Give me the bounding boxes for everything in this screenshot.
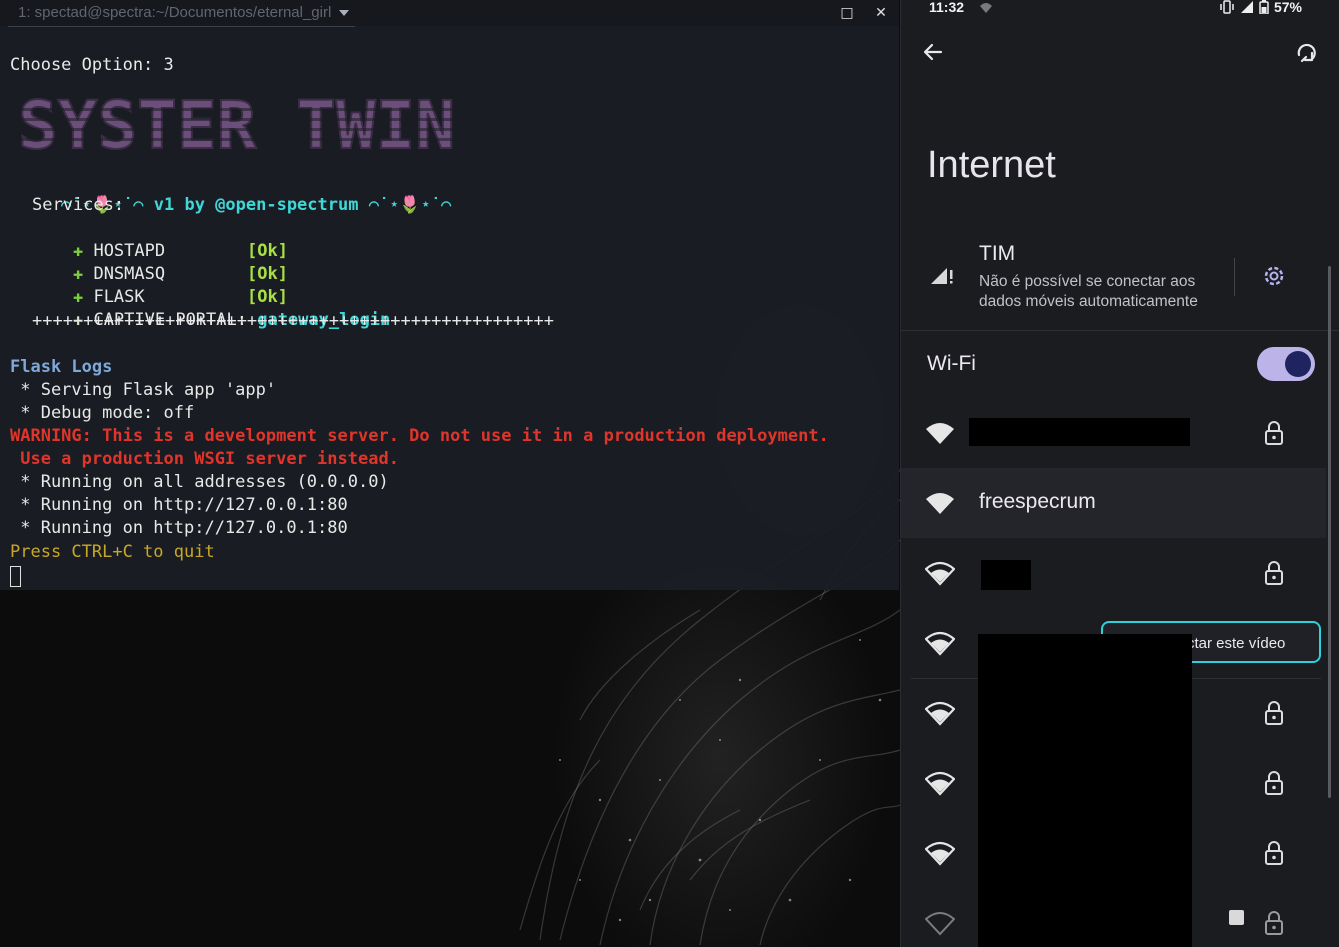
cast-video-label: ctar este vídeo — [1187, 635, 1286, 652]
log-line: * Debug mode: off — [10, 403, 195, 423]
service-row: ✚ CAPTIVE PORTAL: gateway_login — [32, 286, 390, 330]
battery-percent: 57% — [1273, 0, 1302, 15]
log-line: * Running on http://127.0.0.1:80 — [10, 518, 348, 538]
warning-line: Use a production WSGI server instead. — [10, 449, 399, 469]
section-divider — [901, 330, 1339, 331]
gear-icon[interactable] — [1261, 263, 1287, 289]
network-row[interactable] — [901, 398, 1326, 468]
lock-icon — [1265, 911, 1283, 935]
banner-right-decor: ⌒˙⋆🌷⋆˙⌒ — [358, 195, 452, 215]
syster-twin-logo: SYSTER TWIN — [10, 86, 480, 156]
vibrate-icon — [1220, 0, 1234, 14]
wifi-status-icon — [980, 3, 992, 13]
wifi-weak-icon — [925, 912, 955, 936]
refresh-icon[interactable] — [1293, 40, 1319, 66]
wifi-full-icon — [926, 493, 954, 514]
wifi-icon — [925, 771, 955, 796]
status-clock: 11:32 — [929, 0, 965, 15]
terminal-tab-title: 1: spectad@spectra:~/Documentos/eternal_… — [18, 4, 332, 21]
separator-line: ++++++++++++++++++++++++++++++++++++++++… — [32, 311, 554, 331]
back-arrow-icon[interactable] — [921, 40, 945, 64]
carrier-status: Não é possível se conectar aos dados móv… — [979, 273, 1198, 310]
wifi-icon — [925, 841, 955, 866]
service-row: ✚ HOSTAPD [Ok] — [32, 217, 288, 261]
lock-icon — [1265, 841, 1283, 865]
mobile-data-row[interactable]: TIM Não é possível se conectar aos dados… — [901, 232, 1339, 330]
maximize-button[interactable]: □ — [838, 4, 856, 22]
service-row: ✚ DNSMASQ [Ok] — [32, 240, 288, 284]
lock-icon — [1265, 421, 1283, 445]
network-row-connected[interactable]: freespecrum — [901, 468, 1326, 538]
phone-screen[interactable]: 11:32 57% Internet TIM Não é possível se… — [900, 0, 1339, 947]
signal-warning-icon — [931, 268, 953, 284]
log-line: * Running on all addresses (0.0.0.0) — [10, 472, 389, 492]
redacted-block — [978, 634, 1192, 947]
close-button[interactable]: ✕ — [872, 4, 890, 22]
carrier-name: TIM — [979, 242, 1016, 265]
terminal-titlebar[interactable]: 1: spectad@spectra:~/Documentos/eternal_… — [0, 0, 899, 27]
wifi-icon — [925, 631, 955, 656]
status-icons: 57% — [1219, 0, 1302, 15]
lock-icon — [1265, 771, 1283, 795]
terminal-cursor — [10, 566, 21, 587]
warning-line: WARNING: This is a development server. D… — [10, 426, 829, 446]
wifi-icon — [925, 701, 955, 726]
status-bar: 11:32 57% — [901, 0, 1339, 18]
lock-icon — [1265, 561, 1283, 585]
redacted-network-name — [981, 560, 1031, 590]
wifi-label: Wi-Fi — [927, 352, 976, 375]
network-name: freespecrum — [979, 490, 1096, 513]
log-line: * Running on http://127.0.0.1:80 — [10, 495, 348, 515]
logo-text: SYSTER TWIN — [18, 87, 455, 156]
banner-line: ⌒˙⋆🌷⋆˙⌒ v1 by @open-spectrum ⌒˙⋆🌷⋆˙⌒ — [20, 171, 451, 215]
banner-version: v1 by @open-spectrum — [153, 195, 359, 215]
lock-icon — [1265, 701, 1283, 725]
wifi-toggle-row[interactable]: Wi-Fi — [901, 332, 1339, 396]
wifi-full-icon — [926, 423, 954, 444]
terminal-window[interactable]: 1: spectad@spectra:~/Documentos/eternal_… — [0, 0, 899, 590]
terminal-tab[interactable]: 1: spectad@spectra:~/Documentos/eternal_… — [8, 0, 356, 27]
signal-icon — [1240, 1, 1253, 13]
toggle-knob — [1285, 351, 1311, 377]
page-title: Internet — [927, 144, 1056, 186]
scrollbar[interactable] — [1328, 266, 1331, 798]
service-row: ✚ FLASK [Ok] — [32, 263, 288, 307]
wifi-toggle[interactable] — [1257, 347, 1315, 381]
network-row[interactable] — [901, 538, 1326, 608]
quit-hint-line: Press CTRL+C to quit — [10, 542, 215, 562]
redacted-network-name — [969, 418, 1190, 446]
battery-icon — [1259, 0, 1269, 14]
chevron-down-icon[interactable] — [339, 10, 350, 16]
log-line: * Serving Flask app 'app' — [10, 380, 277, 400]
wifi-icon — [925, 561, 955, 586]
vertical-divider — [1234, 258, 1235, 296]
services-header: Services: — [32, 195, 125, 215]
flask-logs-header: Flask Logs — [10, 357, 113, 377]
stop-icon[interactable] — [1229, 910, 1244, 925]
